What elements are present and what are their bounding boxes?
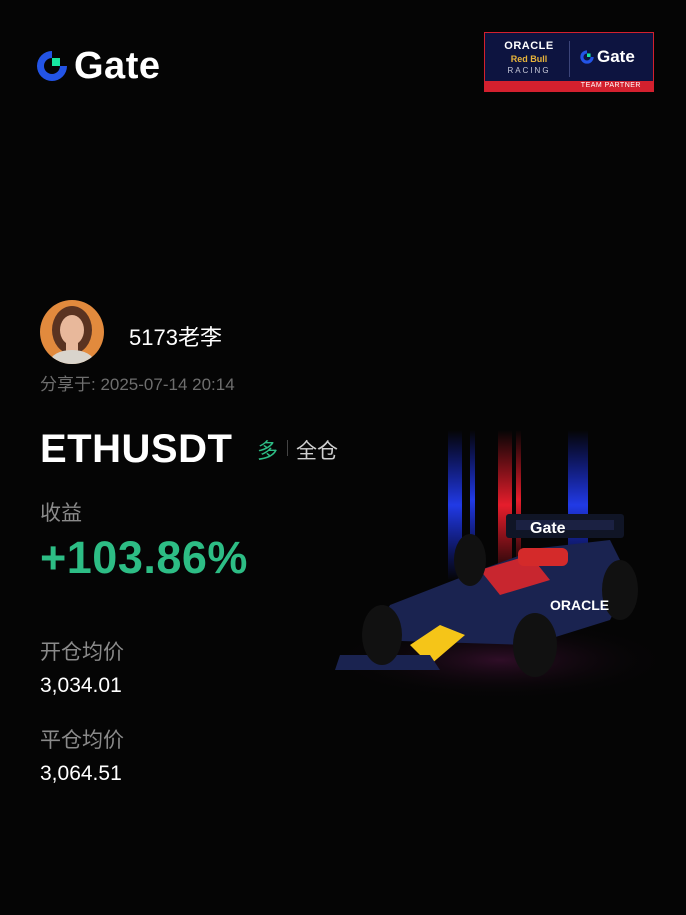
oracle-wordmark: ORACLE: [504, 40, 554, 52]
partner-gate-logo: Gate: [579, 47, 635, 67]
trading-pair: ETHUSDT: [40, 427, 233, 471]
partner-tagline-bar: TEAM PARTNER: [485, 81, 653, 91]
team-partner-badge: ORACLE Red Bull RACING Gate TEAM PARTNER: [484, 32, 654, 92]
gate-logo: Gate: [34, 45, 161, 87]
svg-text:Gate: Gate: [530, 520, 566, 537]
side-divider: [287, 440, 288, 456]
share-timestamp: 分享于: 2025-07-14 20:14: [40, 375, 235, 394]
badge-divider: [569, 41, 570, 77]
partner-tagline: TEAM PARTNER: [580, 82, 641, 89]
pnl-label: 收益: [40, 502, 82, 525]
red-bull-wordmark: Red Bull: [510, 54, 548, 64]
username: 5173老李: [129, 325, 222, 350]
exit-price-label: 平仓均价: [40, 729, 124, 752]
user-avatar-icon: [40, 300, 104, 364]
partner-gate-text: Gate: [597, 47, 635, 66]
svg-text:ORACLE: ORACLE: [550, 597, 609, 613]
avatar: [40, 300, 104, 364]
gate-logo-icon: [580, 50, 594, 64]
racing-wordmark: RACING: [507, 66, 551, 75]
gate-logo-text: Gate: [74, 45, 161, 87]
entry-price-value: 3,034.01: [40, 674, 122, 697]
pnl-value: +103.86%: [40, 532, 248, 583]
exit-price-value: 3,064.51: [40, 762, 122, 785]
gate-logo-icon: [37, 51, 67, 81]
position-side: 多: [257, 440, 278, 463]
f1-race-car-icon: ORACLE Gate: [330, 430, 660, 700]
entry-price-label: 开仓均价: [40, 641, 124, 664]
